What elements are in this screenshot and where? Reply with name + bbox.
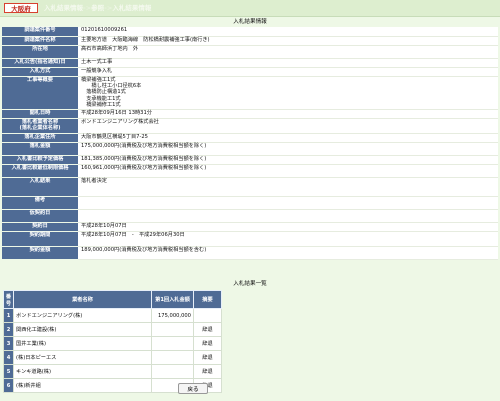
breadcrumb-current: 入札結果情報: [112, 4, 152, 12]
detail-label: 落札者業者名称 (落札企業体名称): [2, 118, 78, 134]
bidder-number: 3: [3, 336, 14, 351]
detail-label: 所在地: [2, 45, 78, 59]
detail-value: ボンドエンジニアリング株式会社: [78, 118, 498, 134]
detail-label: 調達案件番号: [2, 27, 78, 37]
detail-label: 入札公告(指名通知)日: [2, 58, 78, 68]
breadcrumb-separator: ->: [83, 4, 92, 12]
bidder-number: 1: [3, 308, 14, 323]
detail-label: 契約期間: [2, 231, 78, 247]
bidder-name: (株)新井組: [13, 378, 152, 393]
detail-value: 175,000,000円(消費税及び地方消費税相当額を除く): [78, 142, 498, 156]
bidder-number: 6: [3, 378, 14, 393]
detail-label: 入札書比較予定価格: [2, 155, 78, 165]
table-row: 5 キンキ道路(株) 辞退: [3, 364, 222, 379]
breadcrumb: 入札結果情報->参照->入札結果情報: [44, 3, 151, 13]
detail-label: 工事等概要: [2, 76, 78, 110]
detail-value: 主要地方道 大阪臨海線 防松橋耐震補強工事(南行き): [78, 36, 498, 46]
table-row: 4 (株)日本ピーエス 辞退: [3, 350, 222, 365]
bidder-amount: [151, 336, 194, 351]
bidder-name: (株)日本ピーエス: [13, 350, 152, 365]
bidder-number: 2: [3, 322, 14, 337]
detail-label: 調達案件名称: [2, 36, 78, 46]
column-header-first-bid-amount: 第1回入札金額: [151, 290, 194, 309]
bid-result-detail-table: 調達案件番号 01201610009261 調達案件名称 主要地方道 大阪臨海線 防松…: [2, 27, 498, 260]
page-title: 入札結果情報: [233, 19, 267, 25]
bidder-remarks: 辞退: [193, 350, 222, 365]
detail-value: 土木一式工事: [78, 58, 498, 68]
detail-row: 入札書比較予定価格 181,385,000円(消費税及び地方消費税相当額を除く): [2, 155, 498, 165]
bidder-remarks: 辞退: [193, 336, 222, 351]
table-row: 3 国井工業(株) 辞退: [3, 336, 222, 351]
column-header-number: 番号: [3, 290, 14, 309]
bidder-amount: 175,000,000: [151, 308, 194, 323]
column-header-company-name: 業者名称: [13, 290, 152, 309]
bidder-remarks: 辞退: [193, 322, 222, 337]
bidder-number: 4: [3, 350, 14, 365]
table-row: 1 ボンドエンジニアリング(株) 175,000,000: [3, 308, 222, 323]
detail-value: 橋梁補強工1式 橋し柱工小口径杭6本 落橋防止構造1式 支承機能工1式 橋梁補修…: [78, 76, 498, 110]
bidder-name: キンキ道路(株): [13, 364, 152, 379]
detail-label: 仮契約日: [2, 209, 78, 223]
table-row: 2 関西化工建設(株) 辞退: [3, 322, 222, 337]
bidder-remarks: [193, 308, 222, 323]
detail-label: 契約日: [2, 222, 78, 232]
detail-row: 入札公告(指名通知)日 土木一式工事: [2, 58, 498, 68]
detail-row: 契約金額 189,000,000円(消費税及び地方消費税相当額を含む): [2, 246, 498, 260]
detail-row: 落札者業者名称 (落札企業体名称) ボンドエンジニアリング株式会社: [2, 118, 498, 134]
osaka-prefecture-logo[interactable]: 大阪府: [4, 3, 38, 13]
detail-row: 入札書比較最低制限価格 160,961,000円(消費税及び地方消費税相当額を除く…: [2, 164, 498, 178]
bidder-name: ボンドエンジニアリング(株): [13, 308, 152, 323]
bid-results-list-table: 番号 業者名称 第1回入札金額 摘要 1 ボンドエンジニアリング(株) 175,00…: [3, 290, 222, 393]
detail-value: 一般競争入札: [78, 67, 498, 77]
detail-value: 平成28年09月16日 13時31分: [78, 109, 498, 119]
bid-list-title: 入札結果一覧: [233, 281, 267, 287]
breadcrumb-bid-results[interactable]: 入札結果情報: [44, 4, 83, 12]
detail-label: 入札方式: [2, 67, 78, 77]
detail-label: 契約金額: [2, 246, 78, 260]
header-bar: 大阪府 入札結果情報->参照->入札結果情報: [0, 0, 500, 17]
list-header-row: 番号 業者名称 第1回入札金額 摘要: [3, 290, 222, 309]
detail-value: 189,000,000円(消費税及び地方消費税相当額を含む): [78, 246, 498, 260]
detail-label: 備考: [2, 196, 78, 210]
detail-value: 高石市高師浜丁地内 外: [78, 45, 498, 59]
detail-value: [78, 209, 498, 223]
detail-value: 平成28年10月07日 - 平成29年06月30日: [78, 231, 498, 247]
detail-row: 所在地 高石市高師浜丁地内 外: [2, 45, 498, 59]
detail-value: 大阪市鶴見区横堤5丁目7-25: [78, 133, 498, 143]
detail-row: 調達案件番号 01201610009261: [2, 27, 498, 37]
detail-row: 仮契約日: [2, 209, 498, 223]
detail-row: 調達案件名称 主要地方道 大阪臨海線 防松橋耐震補強工事(南行き): [2, 36, 498, 46]
detail-value: [78, 196, 498, 210]
detail-label: 開札日時: [2, 109, 78, 119]
detail-row: 契約日 平成28年10月07日: [2, 222, 498, 232]
detail-row: 契約期間 平成28年10月07日 - 平成29年06月30日: [2, 231, 498, 247]
detail-label: 落札企業住所: [2, 133, 78, 143]
detail-label: 入札書比較最低制限価格: [2, 164, 78, 178]
detail-label: 入札結果: [2, 177, 78, 197]
detail-row: 落札企業住所 大阪市鶴見区横堤5丁目7-25: [2, 133, 498, 143]
detail-row: 開札日時 平成28年09月16日 13時31分: [2, 109, 498, 119]
detail-row: 落札金額 175,000,000円(消費税及び地方消費税相当額を除く): [2, 142, 498, 156]
breadcrumb-reference[interactable]: 参照: [91, 4, 104, 12]
detail-value: 平成28年10月07日: [78, 222, 498, 232]
detail-row: 入札方式 一般競争入札: [2, 67, 498, 77]
detail-label: 落札金額: [2, 142, 78, 156]
bidder-amount: [151, 350, 194, 365]
bidder-name: 関西化工建設(株): [13, 322, 152, 337]
bidder-amount: [151, 322, 194, 337]
column-header-remarks: 摘要: [193, 290, 222, 309]
detail-value: 181,385,000円(消費税及び地方消費税相当額を除く): [78, 155, 498, 165]
bidder-amount: [151, 364, 194, 379]
detail-value: 01201610009261: [78, 27, 498, 37]
detail-row: 備考: [2, 196, 498, 210]
detail-row: 工事等概要 橋梁補強工1式 橋し柱工小口径杭6本 落橋防止構造1式 支承機能工1式…: [2, 76, 498, 110]
back-button[interactable]: 戻る: [178, 383, 208, 394]
detail-value: 落札者決定: [78, 177, 498, 197]
bidder-name: 国井工業(株): [13, 336, 152, 351]
bidder-number: 5: [3, 364, 14, 379]
bidder-remarks: 辞退: [193, 364, 222, 379]
detail-value: 160,961,000円(消費税及び地方消費税相当額を除く): [78, 164, 498, 178]
detail-row: 入札結果 落札者決定: [2, 177, 498, 197]
